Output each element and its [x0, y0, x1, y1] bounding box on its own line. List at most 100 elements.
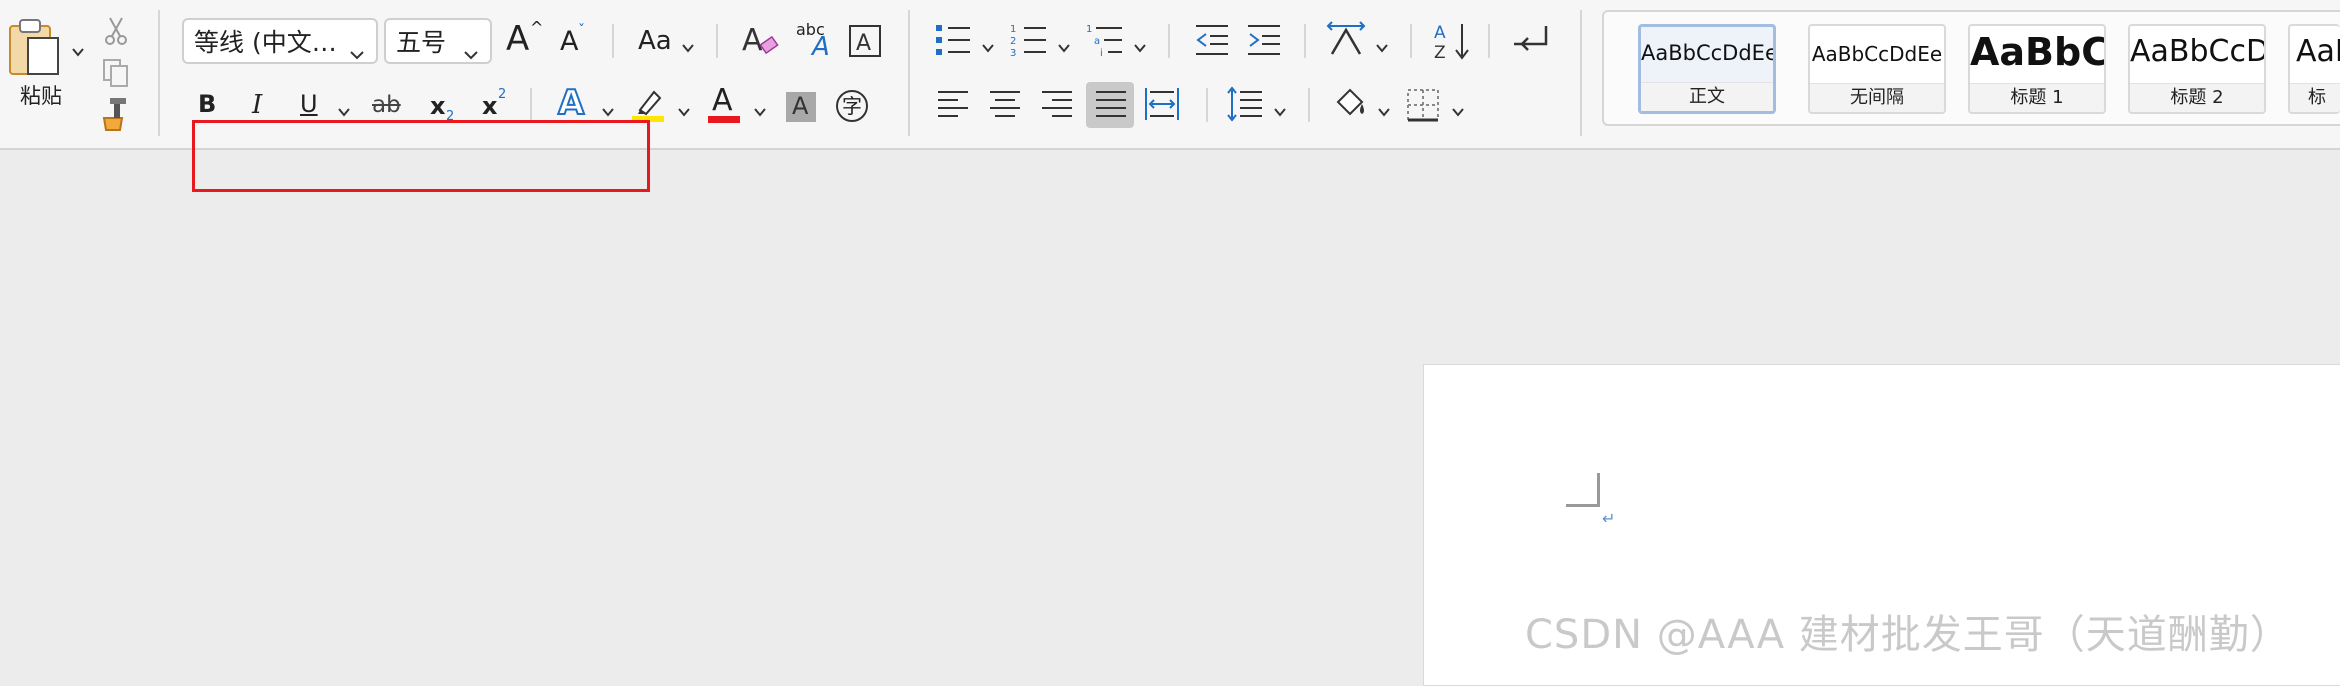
annotation-highlight-box	[192, 120, 650, 192]
enclose-character-glyph: 字	[842, 94, 862, 118]
highlight-dropdown-icon[interactable]	[678, 102, 690, 117]
superscript-button[interactable]: x	[482, 94, 497, 118]
svg-text:A: A	[856, 31, 871, 56]
bullets-icon[interactable]	[934, 22, 972, 58]
style-card-no-spacing[interactable]: AaBbCcDdEe 无间隔	[1808, 24, 1946, 114]
align-center-icon[interactable]	[988, 88, 1022, 120]
style-card-heading-2[interactable]: AaBbCcD 标题 2	[2128, 24, 2266, 114]
character-shading-glyph: A	[792, 92, 809, 120]
justify-icon	[1094, 88, 1128, 120]
highlight-icon[interactable]	[630, 86, 666, 124]
style-card-heading-1[interactable]: AaBbC 标题 1	[1968, 24, 2106, 114]
text-effects-button[interactable]: A	[557, 85, 585, 121]
underline-button[interactable]: U	[300, 92, 318, 116]
group-separator	[1488, 24, 1490, 58]
group-separator	[1168, 24, 1170, 58]
change-case-dropdown-icon[interactable]	[682, 38, 694, 53]
cut-icon[interactable]	[102, 16, 130, 46]
style-preview: AaBbCcD	[2130, 34, 2264, 69]
group-separator	[612, 24, 614, 58]
paste-dropdown-icon[interactable]	[72, 42, 84, 57]
strikethrough-button[interactable]: ab	[372, 94, 401, 117]
svg-text:A: A	[742, 23, 763, 58]
grow-font-button[interactable]: A	[506, 22, 529, 56]
style-name: 正文	[1641, 82, 1773, 111]
superscript-mark: 2	[498, 87, 507, 102]
font-color-dropdown-icon[interactable]	[754, 102, 766, 117]
style-name: 标题 2	[2130, 83, 2264, 112]
grow-font-caret: ^	[530, 18, 544, 37]
margin-corner-mark	[1566, 473, 1600, 507]
svg-text:1: 1	[1010, 24, 1016, 35]
phonetic-guide-a: A	[812, 32, 830, 62]
svg-text:Z: Z	[1434, 43, 1446, 62]
style-preview: AaB	[2296, 34, 2340, 69]
font-name-combo[interactable]: 等线 (中文…	[182, 18, 378, 64]
group-separator	[1410, 24, 1412, 58]
shrink-font-button[interactable]: A	[560, 28, 578, 55]
align-left-icon[interactable]	[936, 88, 970, 120]
character-border-icon[interactable]: A	[848, 24, 882, 58]
underline-dropdown-icon[interactable]	[338, 102, 350, 117]
borders-icon[interactable]	[1406, 88, 1440, 122]
paragraph-mark: ↵	[1602, 509, 1616, 528]
group-separator	[908, 10, 910, 136]
group-separator	[1580, 10, 1582, 136]
group-separator	[158, 10, 160, 136]
format-painter-icon[interactable]	[100, 96, 134, 132]
copy-icon[interactable]	[102, 58, 130, 88]
chevron-down-icon	[350, 37, 364, 66]
svg-text:2: 2	[1010, 36, 1016, 47]
numbering-icon[interactable]: 1 2 3	[1010, 22, 1048, 58]
shading-bucket-icon[interactable]	[1332, 86, 1368, 122]
clear-formatting-icon[interactable]: A	[740, 20, 780, 60]
font-name-value: 等线 (中文…	[194, 28, 337, 57]
style-name: 无间隔	[1810, 83, 1944, 112]
change-case-button[interactable]: Aa	[638, 28, 672, 54]
style-preview: AaBbCcDdEe	[1811, 42, 1943, 66]
line-spacing-dropdown-icon[interactable]	[1274, 102, 1286, 117]
group-separator	[1304, 24, 1306, 58]
group-separator	[1206, 88, 1208, 122]
svg-text:1: 1	[1086, 24, 1092, 35]
style-preview: AaBbC	[1970, 30, 2104, 74]
font-size-combo[interactable]: 五号	[384, 18, 492, 64]
style-card-normal[interactable]: AaBbCcDdEe 正文	[1638, 24, 1776, 114]
watermark-text: CSDN @AAA 建材批发王哥（天道酬勤）	[1525, 612, 2291, 658]
bold-button[interactable]: B	[198, 92, 216, 116]
increase-indent-icon[interactable]	[1246, 22, 1282, 58]
chevron-down-icon	[464, 37, 478, 66]
svg-text:a: a	[1094, 36, 1100, 47]
sort-icon[interactable]: A Z	[1432, 20, 1472, 62]
text-direction-dropdown-icon[interactable]	[1376, 38, 1388, 53]
group-separator	[530, 88, 532, 122]
group-separator	[1308, 88, 1310, 122]
borders-dropdown-icon[interactable]	[1452, 102, 1464, 117]
group-separator	[716, 24, 718, 58]
svg-text:i: i	[1100, 48, 1103, 58]
text-effects-dropdown-icon[interactable]	[602, 102, 614, 117]
numbering-dropdown-icon[interactable]	[1058, 38, 1070, 53]
shading-dropdown-icon[interactable]	[1378, 102, 1390, 117]
bullets-dropdown-icon[interactable]	[982, 38, 994, 53]
paste-label[interactable]: 粘贴	[20, 86, 62, 107]
text-direction-icon[interactable]	[1326, 20, 1366, 60]
font-color-button[interactable]: A	[712, 86, 733, 116]
svg-text:3: 3	[1010, 48, 1016, 58]
style-card-title[interactable]: AaB 标	[2288, 24, 2340, 114]
subscript-button[interactable]: x	[430, 94, 445, 118]
paste-icon[interactable]	[6, 16, 66, 78]
shrink-font-caret: ˇ	[578, 23, 585, 39]
style-name: 标题 1	[1970, 83, 2104, 112]
multilevel-dropdown-icon[interactable]	[1134, 38, 1146, 53]
decrease-indent-icon[interactable]	[1194, 22, 1230, 58]
align-right-icon[interactable]	[1040, 88, 1074, 120]
svg-text:A: A	[1434, 23, 1446, 43]
show-paragraph-marks-icon[interactable]	[1512, 20, 1552, 60]
distributed-icon[interactable]	[1144, 86, 1180, 122]
font-size-value: 五号	[396, 28, 447, 57]
multilevel-list-icon[interactable]: 1 a i	[1086, 22, 1124, 58]
line-spacing-icon[interactable]	[1226, 86, 1264, 122]
style-name: 标	[2290, 83, 2340, 112]
italic-button[interactable]: I	[252, 92, 262, 118]
